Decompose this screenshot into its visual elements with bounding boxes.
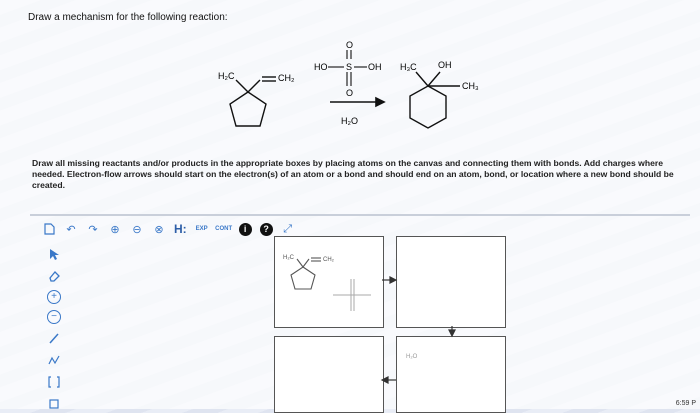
reagent-label-ho: HO <box>314 62 328 72</box>
clear-icon[interactable]: ⊗ <box>152 222 166 236</box>
reaction-scheme: H₂C CH₂ O HO S OH O H₂O H₃C OH CH₃ <box>218 40 479 129</box>
reactant-label-h2c: H₂C <box>218 71 235 81</box>
positive-charge-button[interactable]: + <box>47 290 61 304</box>
reactant-structure <box>229 76 276 127</box>
reactant-canvas-box[interactable]: H₂C CH₂ <box>274 236 384 328</box>
reaction-condition: H₂O <box>341 116 358 126</box>
select-tool-icon[interactable] <box>46 246 62 262</box>
reagent-label-oh: OH <box>368 62 382 72</box>
product-canvas-box[interactable] <box>396 236 506 328</box>
reagent-label-o-top: O <box>346 40 353 50</box>
hint-button[interactable]: H: <box>174 222 187 236</box>
product-label-oh: OH <box>438 60 452 70</box>
clock-text: 6:59 P <box>675 400 696 407</box>
drawing-toolbar: ↶ ↷ ⊕ ⊖ ⊗ H: EXP CONT i ? ⤢ <box>42 220 295 238</box>
product-label-h3c: H₃C <box>400 62 417 72</box>
reaction-arrow <box>330 96 386 108</box>
reactant-label-ch2: CH₂ <box>278 73 295 83</box>
product-structure <box>409 71 460 129</box>
divider <box>30 214 690 216</box>
contract-button[interactable]: CONT <box>215 222 232 236</box>
zoom-in-icon[interactable]: ⊕ <box>108 222 122 236</box>
box1-structure: H₂C CH₂ <box>283 255 371 311</box>
help-button[interactable]: ? <box>259 222 273 236</box>
undo-icon[interactable]: ↶ <box>64 222 78 236</box>
info-button[interactable]: i <box>238 222 252 236</box>
reagent-label-s: S <box>346 62 352 72</box>
rectangle-tool-icon[interactable] <box>46 396 62 412</box>
zoom-out-icon[interactable]: ⊖ <box>130 222 144 236</box>
new-document-icon[interactable] <box>42 222 56 236</box>
chain-tool-icon[interactable] <box>46 352 62 368</box>
product-label-ch3: CH₃ <box>462 81 479 91</box>
instructions-text: Draw all missing reactants and/or produc… <box>32 158 674 190</box>
bracket-tool-icon[interactable] <box>46 374 62 390</box>
box4-water-hint: H₂O <box>406 354 418 360</box>
intermediate-canvas-box-2[interactable] <box>396 336 506 413</box>
eraser-icon[interactable] <box>46 268 62 284</box>
tool-sidebar: + − <box>44 246 64 412</box>
negative-charge-button[interactable]: − <box>47 310 61 324</box>
fullscreen-icon[interactable]: ⤢ <box>281 222 295 236</box>
reagent-label-o-bottom: O <box>346 88 353 98</box>
intermediate-canvas-box-1[interactable] <box>274 336 384 413</box>
bond-tool-icon[interactable] <box>46 330 62 346</box>
expand-button[interactable]: EXP <box>195 222 209 236</box>
box1-label-ch2: CH₂ <box>323 257 335 263</box>
box1-label-h2c: H₂C <box>283 255 295 261</box>
redo-icon[interactable]: ↷ <box>86 222 100 236</box>
question-prompt: Draw a mechanism for the following react… <box>28 12 228 23</box>
